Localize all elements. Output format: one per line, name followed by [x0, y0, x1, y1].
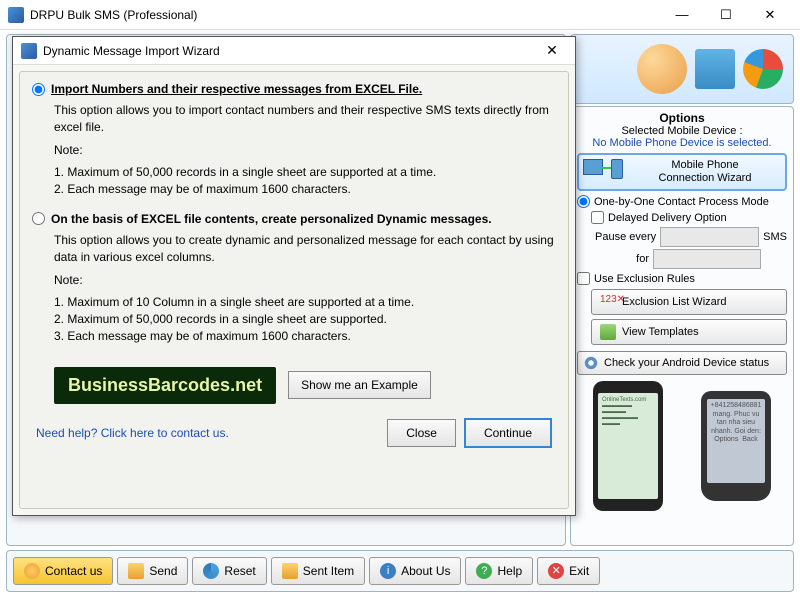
exclusion-wizard-button[interactable]: 123✕ Exclusion List Wizard: [591, 289, 787, 315]
exit-icon: ✕: [548, 563, 564, 579]
contact-us-button[interactable]: Contact us: [13, 557, 113, 585]
option2-radio[interactable]: On the basis of EXCEL file contents, cre…: [32, 212, 556, 226]
smartphone-preview: OnlineTexts.com▬▬▬▬▬▬▬▬▬▬▬▬▬▬▬▬▬▬: [593, 381, 663, 511]
dialog-titlebar: Dynamic Message Import Wizard ✕: [13, 37, 575, 65]
exit-button[interactable]: ✕ Exit: [537, 557, 600, 585]
import-wizard-dialog: Dynamic Message Import Wizard ✕ Import N…: [12, 36, 576, 516]
people-icon: [637, 44, 687, 94]
barchart-icon: [695, 49, 735, 89]
sent-item-button[interactable]: Sent Item: [271, 557, 365, 585]
no-device-text: No Mobile Phone Device is selected.: [592, 137, 771, 149]
dialog-title: Dynamic Message Import Wizard: [43, 44, 537, 58]
exclusion-checkbox[interactable]: Use Exclusion Rules: [577, 272, 787, 285]
pause-every-select[interactable]: [660, 227, 759, 247]
brand-badge: BusinessBarcodes.net: [54, 367, 276, 404]
connection-wizard-button[interactable]: Mobile Phone Connection Wizard: [577, 153, 787, 191]
main-titlebar: DRPU Bulk SMS (Professional) — ☐ ✕: [0, 0, 800, 30]
folder-icon: [282, 563, 298, 579]
reset-button[interactable]: Reset: [192, 557, 266, 585]
dialog-continue-btn[interactable]: Continue: [464, 418, 552, 448]
delayed-delivery-checkbox[interactable]: Delayed Delivery Option: [591, 211, 787, 224]
selected-device-label: Selected Mobile Device : No Mobile Phone…: [577, 125, 787, 149]
options-title: Options: [577, 111, 787, 125]
view-templates-button[interactable]: View Templates: [591, 319, 787, 345]
piechart-icon: [743, 49, 783, 89]
options-panel: Options Selected Mobile Device : No Mobi…: [570, 106, 794, 546]
send-button[interactable]: Send: [117, 557, 188, 585]
about-button[interactable]: i About Us: [369, 557, 461, 585]
app-title: DRPU Bulk SMS (Professional): [30, 8, 660, 22]
contact-icon: [24, 563, 40, 579]
reset-icon: [203, 563, 219, 579]
app-icon: [8, 7, 24, 23]
minimize-button[interactable]: —: [660, 1, 704, 29]
gear-icon: [584, 356, 598, 370]
connection-icon: [583, 159, 623, 185]
header-banner: [570, 34, 794, 104]
show-example-button[interactable]: Show me an Example: [288, 371, 431, 399]
option2-description: This option allows you to create dynamic…: [54, 232, 556, 345]
bottom-toolbar: Contact us Send Reset Sent Item i About …: [6, 550, 794, 592]
info-icon: i: [380, 563, 396, 579]
check-android-button[interactable]: Check your Android Device status: [577, 351, 787, 375]
feature-phone-preview: +841258486881 mang. Phuc vu tan nha sieu…: [701, 391, 771, 501]
dialog-icon: [21, 43, 37, 59]
help-icon: ?: [476, 563, 492, 579]
help-link[interactable]: Need help? Click here to contact us.: [36, 426, 229, 440]
one-by-one-radio[interactable]: One-by-One Contact Process Mode: [577, 195, 787, 208]
option1-description: This option allows you to import contact…: [54, 102, 556, 198]
device-previews: OnlineTexts.com▬▬▬▬▬▬▬▬▬▬▬▬▬▬▬▬▬▬ +84125…: [577, 381, 787, 511]
dialog-close-button[interactable]: ✕: [537, 42, 567, 59]
maximize-button[interactable]: ☐: [704, 1, 748, 29]
templates-icon: [600, 324, 616, 340]
help-button[interactable]: ? Help: [465, 557, 533, 585]
send-icon: [128, 563, 144, 579]
exclusion-icon: 123✕: [600, 294, 616, 310]
pause-for-select[interactable]: [653, 249, 761, 269]
option1-radio[interactable]: Import Numbers and their respective mess…: [32, 82, 556, 96]
close-button[interactable]: ✕: [748, 1, 792, 29]
dialog-close-btn[interactable]: Close: [387, 419, 456, 447]
